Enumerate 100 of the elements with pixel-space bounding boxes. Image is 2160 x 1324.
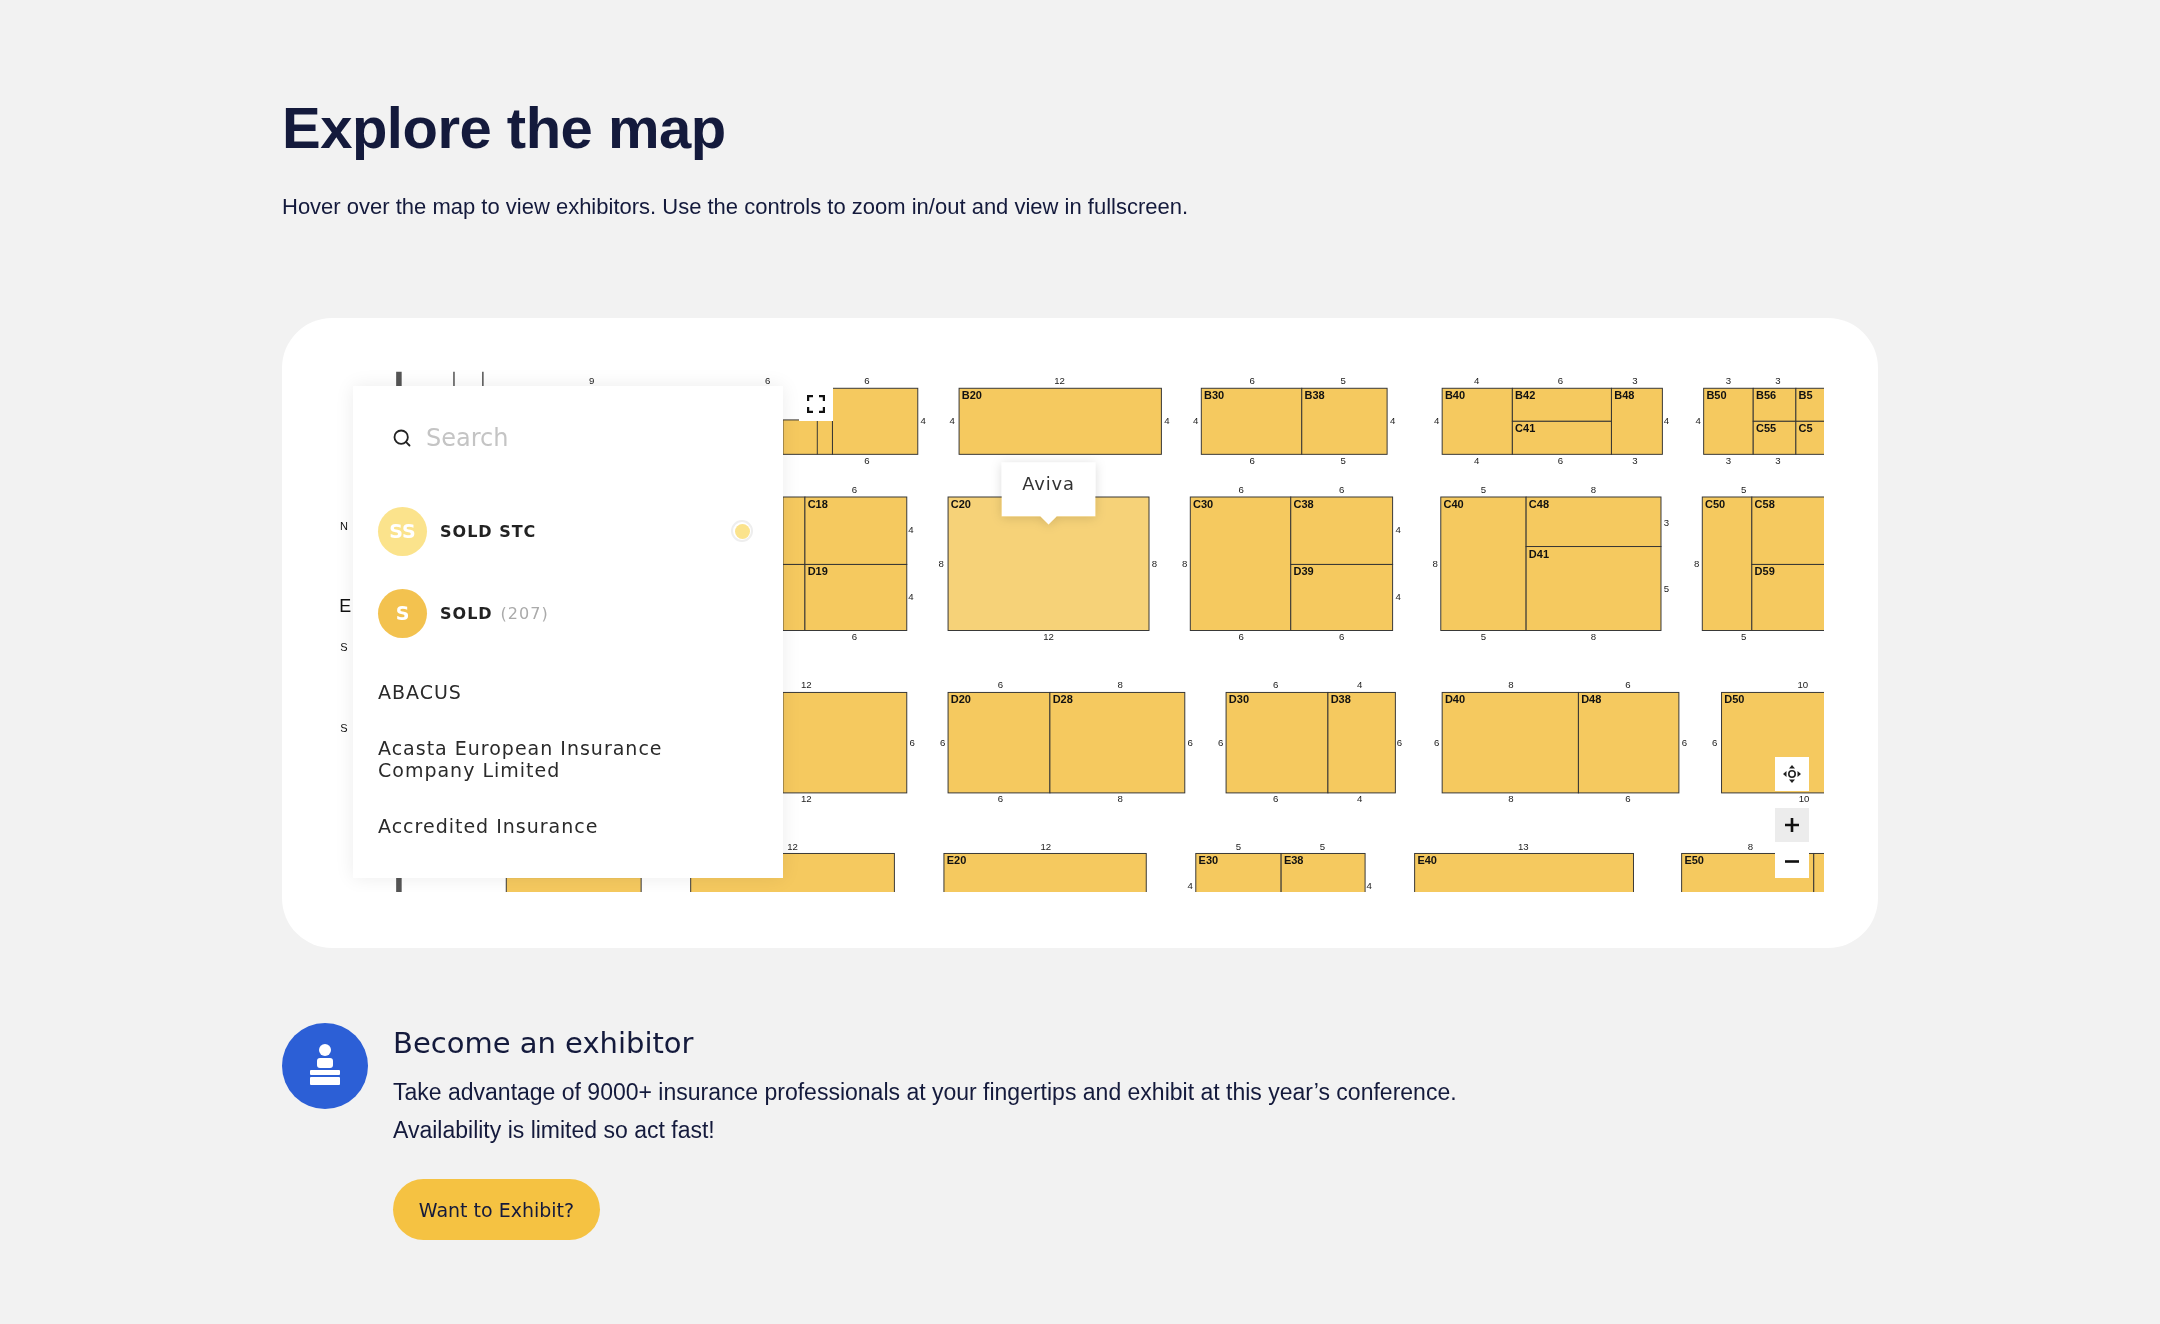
dimension-label: 8: [1747, 841, 1754, 853]
wall-mark: [453, 371, 455, 387]
dimension-label: 6: [939, 736, 946, 748]
booth[interactable]: C50: [1701, 496, 1753, 631]
booth[interactable]: D48: [1577, 691, 1680, 794]
dimension-label: 5: [1740, 630, 1747, 642]
dimension-label: 8: [1432, 558, 1438, 569]
dimension-label: 12: [1054, 374, 1065, 386]
dimension-label: 6: [1712, 736, 1718, 748]
booth[interactable]: B20: [958, 387, 1162, 455]
booth[interactable]: D38: [1327, 691, 1396, 794]
exhibitor-item[interactable]: Acasta European Insurance Company Limited: [378, 737, 738, 781]
search-field[interactable]: Search: [426, 424, 726, 452]
dimension-label: 4: [908, 591, 914, 602]
dimension-label: 5: [1480, 630, 1487, 642]
status-count: (207): [500, 603, 549, 623]
dimension-label: 5: [1319, 841, 1326, 853]
booth[interactable]: [782, 496, 806, 565]
dimension-label: 6: [997, 679, 1004, 691]
dimension-label: 6: [1238, 483, 1244, 495]
exhibitor-item[interactable]: ABACUS: [378, 681, 738, 703]
booth[interactable]: D19: [804, 563, 908, 631]
booth[interactable]: [782, 563, 806, 631]
pan-button[interactable]: [1775, 757, 1809, 791]
status-badge: S: [378, 588, 427, 638]
booth[interactable]: C30: [1189, 496, 1292, 631]
booth[interactable]: [831, 387, 919, 455]
booth[interactable]: E30: [1195, 853, 1282, 892]
booth[interactable]: B40: [1441, 387, 1513, 455]
dimension-label: 6: [851, 630, 858, 642]
dimension-label: 8: [1117, 793, 1123, 805]
dimension-label: 6: [1217, 736, 1224, 748]
exhibitor-item[interactable]: Accredited Insurance: [378, 815, 738, 837]
dimension-label: 6: [1249, 454, 1255, 466]
dimension-label: 4: [1193, 414, 1199, 426]
booth[interactable]: D39: [1290, 563, 1394, 631]
dimension-label: 6: [1339, 630, 1345, 642]
booth[interactable]: E20: [943, 853, 1147, 892]
dimension-label: 3: [1775, 374, 1781, 386]
legend-item[interactable]: SS SOLD STC: [378, 490, 783, 572]
dimension-label: 6: [1238, 630, 1244, 642]
booth[interactable]: [1813, 853, 1824, 892]
status-badge: SS: [378, 506, 427, 556]
filter-radio[interactable]: [731, 520, 753, 542]
dimension-label: 5: [1740, 483, 1747, 495]
booth[interactable]: C38: [1290, 496, 1394, 565]
dimension-label: 6: [1249, 374, 1255, 386]
dimension-label: 6: [1625, 679, 1631, 691]
booth[interactable]: C55: [1752, 420, 1797, 455]
booth[interactable]: D59: [1751, 563, 1824, 631]
dimension-label: 5: [1480, 483, 1487, 495]
dimension-label: 4: [1164, 414, 1170, 426]
area-label: N: [339, 520, 348, 533]
booth[interactable]: C40: [1440, 496, 1527, 631]
booth[interactable]: D30: [1225, 691, 1329, 794]
dimension-label: 6: [1433, 736, 1440, 748]
dimension-label: 4: [1395, 591, 1401, 602]
booth[interactable]: C5: [1795, 420, 1824, 455]
dimension-label: 6: [1339, 483, 1345, 495]
booth[interactable]: C20: [947, 496, 1150, 631]
booth[interactable]: B30: [1200, 387, 1303, 455]
dimension-label: 4: [1389, 414, 1396, 426]
dimension-label: 6: [1396, 736, 1403, 748]
dimension-label: 6: [765, 374, 771, 386]
booth[interactable]: B5: [1795, 387, 1824, 422]
dimension-label: 12: [800, 793, 812, 805]
booth[interactable]: C18: [804, 496, 908, 565]
booth[interactable]: B42: [1511, 387, 1612, 422]
dimension-label: 9: [588, 374, 595, 386]
dimension-label: 6: [864, 454, 870, 466]
minus-icon: [1785, 859, 1799, 863]
legend-item[interactable]: S SOLD (207): [378, 572, 783, 654]
booth[interactable]: B48: [1610, 387, 1663, 455]
booth[interactable]: C41: [1511, 420, 1612, 455]
dimension-label: 4: [1473, 374, 1480, 386]
dimension-label: 6: [1272, 679, 1279, 691]
exhibit-button[interactable]: Want to Exhibit?: [393, 1179, 600, 1240]
booth[interactable]: [782, 419, 833, 455]
booth[interactable]: D28: [1049, 691, 1186, 794]
dimension-label: 6: [997, 793, 1004, 805]
cta-heading: Become an exhibitor: [393, 1025, 695, 1061]
dimension-label: 8: [1182, 558, 1188, 569]
booth[interactable]: B50: [1703, 387, 1754, 455]
area-label: E: [339, 595, 352, 616]
zoom-in-button[interactable]: [1775, 808, 1809, 842]
dimension-label: 4: [1366, 880, 1372, 892]
area-label: S: [340, 641, 348, 654]
dimension-label: 6: [1625, 793, 1631, 805]
booth[interactable]: B38: [1301, 387, 1388, 455]
dimension-label: 4: [908, 523, 914, 535]
booth[interactable]: C48: [1525, 496, 1662, 547]
booth[interactable]: D20: [947, 691, 1051, 794]
booth[interactable]: E38: [1280, 853, 1366, 892]
dimension-label: 8: [1117, 679, 1123, 691]
booth[interactable]: B56: [1752, 387, 1797, 422]
booth[interactable]: D40: [1441, 691, 1579, 794]
dimension-label: 8: [1151, 558, 1158, 569]
booth[interactable]: C58: [1751, 496, 1824, 565]
booth[interactable]: D41: [1525, 546, 1662, 631]
booth[interactable]: E40: [1414, 853, 1634, 892]
